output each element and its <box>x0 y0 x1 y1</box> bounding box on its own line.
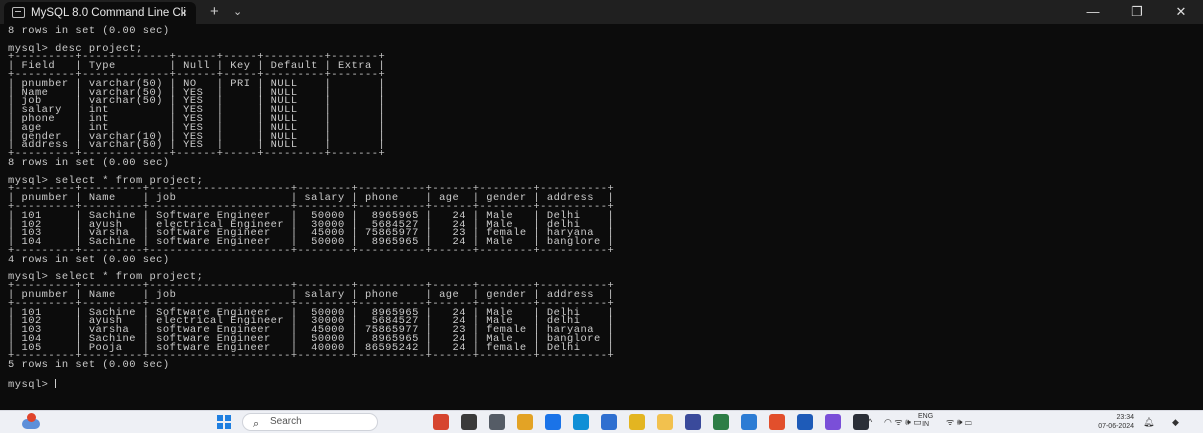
vscode-icon[interactable] <box>741 414 757 430</box>
folder-icon[interactable] <box>657 414 673 430</box>
clock-time: 23:34 <box>1116 414 1134 421</box>
tab-mysql-cli[interactable]: MySQL 8.0 Command Line Cli × <box>4 2 196 24</box>
terminal-line: 5 rows in set (0.00 sec) <box>8 359 170 372</box>
weather-icon[interactable] <box>22 413 40 431</box>
minimize-button[interactable]: — <box>1071 0 1115 24</box>
region-code: IN <box>922 421 930 428</box>
chrome-icon[interactable] <box>545 414 561 430</box>
taskbar: ⌕ Search ^ ◠ ᯤ 🕪 ▭ ENG IN ᯤ 🕪 ▭ 23:34 07… <box>0 410 1203 433</box>
copilot-icon[interactable] <box>825 414 841 430</box>
mysql-terminal-icon[interactable] <box>853 414 869 430</box>
clock[interactable]: 23:34 07-06-2024 <box>1094 413 1134 431</box>
tab-title: MySQL 8.0 Command Line Cli <box>31 7 186 19</box>
notification-bell-icon[interactable]: 🔔︎ <box>1143 411 1154 433</box>
terminal-app-icon[interactable] <box>685 414 701 430</box>
tab-dropdown-icon[interactable]: ⌄ <box>233 2 242 22</box>
word-icon[interactable] <box>797 414 813 430</box>
network-volume-battery-icons[interactable]: ᯤ 🕪 ▭ <box>946 411 972 433</box>
files-icon[interactable] <box>461 414 477 430</box>
text-cursor <box>55 378 57 388</box>
start-button[interactable] <box>217 415 231 429</box>
language-indicator[interactable]: ENG IN <box>918 413 933 429</box>
terminal-icon <box>12 7 25 18</box>
tab-close-icon[interactable]: × <box>180 2 187 24</box>
tray-icons[interactable]: ◠ ᯤ 🕪 ▭ <box>884 411 922 433</box>
clock-date: 07-06-2024 <box>1098 423 1134 430</box>
new-tab-button[interactable]: + <box>210 2 219 22</box>
search-box[interactable]: ⌕ Search <box>242 413 378 431</box>
terminal-line: 4 rows in set (0.00 sec) <box>8 253 170 266</box>
settings-icon[interactable] <box>517 414 533 430</box>
store-icon[interactable] <box>489 414 505 430</box>
terminal-line: 8 rows in set (0.00 sec) <box>8 156 170 169</box>
search-icon: ⌕ <box>253 418 260 430</box>
edge-icon[interactable] <box>573 414 589 430</box>
close-button[interactable]: ✕ <box>1159 0 1203 24</box>
search-placeholder: Search <box>270 416 302 427</box>
tray-overflow-icon[interactable]: ^ <box>868 411 872 433</box>
title-bar: MySQL 8.0 Command Line Cli × + ⌄ — ❐ ✕ <box>0 0 1203 24</box>
terminal-prompt: mysql> <box>8 378 56 391</box>
browser-icon[interactable] <box>601 414 617 430</box>
notes-icon[interactable] <box>713 414 729 430</box>
terminal-line: 8 rows in set (0.00 sec) <box>8 25 170 37</box>
language-code: ENG <box>918 413 934 420</box>
terminal-history: 8 rows in set (0.00 sec) mysql> desc pro… <box>8 25 614 371</box>
office-icon[interactable] <box>769 414 785 430</box>
copilot-tray-icon[interactable]: ◆ <box>1172 411 1179 433</box>
maximize-button[interactable]: ❐ <box>1115 0 1159 24</box>
media-player-icon[interactable] <box>433 414 449 430</box>
terminal-output[interactable]: 8 rows in set (0.00 sec) mysql> desc pro… <box>8 25 614 391</box>
file-explorer-icon[interactable] <box>629 414 645 430</box>
